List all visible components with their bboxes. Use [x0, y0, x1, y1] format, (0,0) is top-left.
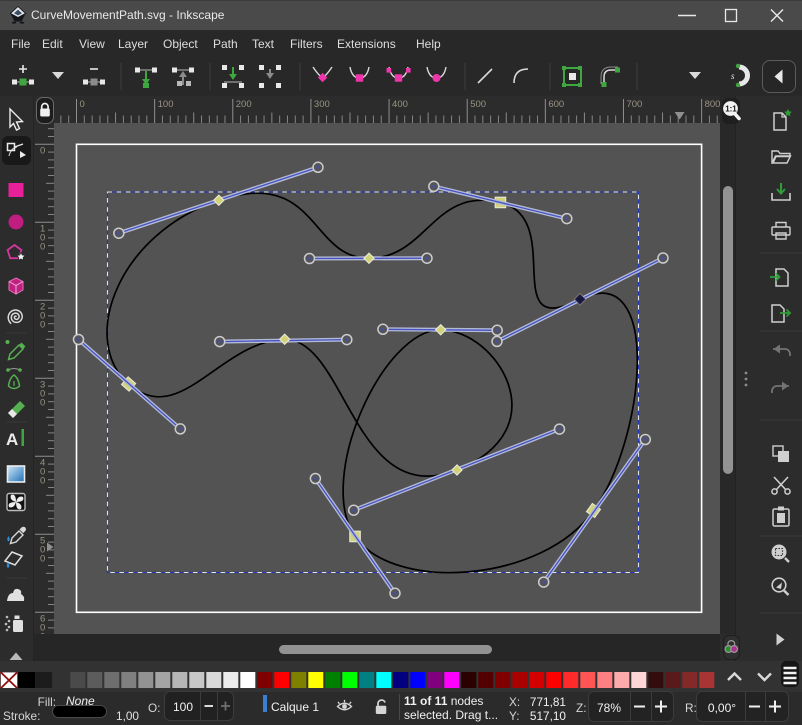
- svg-text:A: A: [6, 430, 18, 449]
- svg-text:800: 800: [705, 99, 720, 110]
- svg-text:0: 0: [40, 241, 45, 252]
- svg-text:s: s: [731, 71, 735, 81]
- svg-text:400: 400: [392, 99, 408, 110]
- svg-text:100: 100: [158, 99, 174, 110]
- svg-text:0: 0: [40, 553, 45, 564]
- svg-text:0: 0: [40, 475, 45, 486]
- svg-text:0: 0: [40, 397, 45, 408]
- svg-text:0: 0: [40, 145, 45, 156]
- svg-text:200: 200: [236, 99, 252, 110]
- svg-text:0: 0: [40, 631, 45, 634]
- svg-text:600: 600: [548, 99, 564, 110]
- svg-text:300: 300: [314, 99, 330, 110]
- svg-text:0: 0: [80, 99, 85, 110]
- svg-text:500: 500: [470, 99, 486, 110]
- svg-text:700: 700: [626, 99, 642, 110]
- svg-text:0: 0: [40, 319, 45, 330]
